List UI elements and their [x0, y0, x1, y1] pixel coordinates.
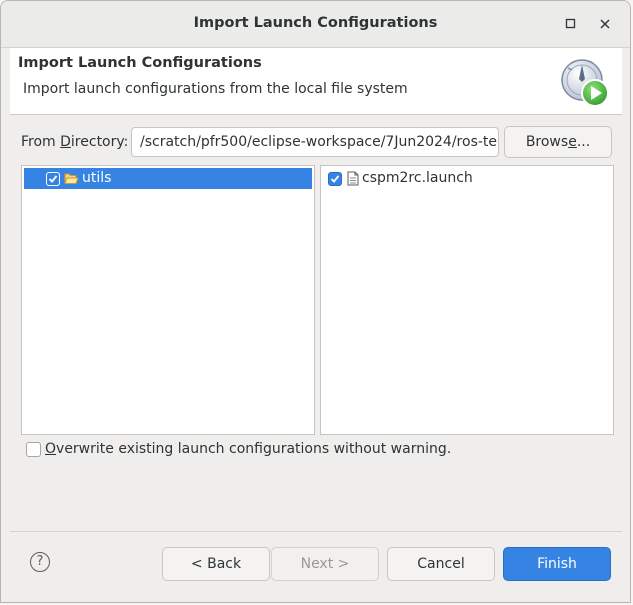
from-directory-label-pre: From: [21, 134, 61, 150]
banner-description: Import launch configurations from the lo…: [23, 81, 408, 97]
help-button[interactable]: ?: [30, 552, 50, 572]
overwrite-mnemonic: O: [45, 441, 57, 457]
list-item-label: cspm2rc.launch: [362, 170, 473, 186]
back-button[interactable]: < Back: [162, 547, 270, 581]
titlebar: Import Launch Configurations: [1, 1, 630, 48]
tree-item-label: utils: [82, 170, 112, 186]
folder-tree-panel[interactable]: utils: [21, 165, 315, 435]
from-directory-label: From Directory:: [21, 134, 128, 150]
footer-separator: [10, 531, 622, 532]
banner-title: Import Launch Configurations: [18, 55, 262, 71]
close-button[interactable]: [597, 16, 613, 32]
list-row-cspm2rc[interactable]: cspm2rc.launch: [323, 168, 611, 189]
from-directory-mnemonic: D: [60, 134, 71, 150]
file-list-panel[interactable]: cspm2rc.launch: [320, 165, 614, 435]
launch-wizard-icon: [561, 59, 609, 107]
cspm2rc-checkbox[interactable]: [328, 172, 342, 186]
browse-label-post: ...: [576, 134, 591, 150]
finish-button[interactable]: Finish: [503, 547, 611, 581]
browse-label-pre: Brows: [525, 134, 569, 150]
window-title: Import Launch Configurations: [193, 15, 438, 31]
tree-row-utils[interactable]: utils: [24, 168, 312, 189]
maximize-button[interactable]: [563, 16, 579, 32]
from-directory-label-post: irectory:: [70, 134, 129, 150]
wizard-banner: Import Launch Configurations Import laun…: [10, 48, 622, 115]
file-icon: [347, 171, 359, 186]
overwrite-label-rest: verwrite existing launch configurations …: [56, 441, 452, 457]
maximize-icon: [565, 18, 576, 29]
utils-checkbox[interactable]: [46, 172, 60, 186]
checkmark-icon: [330, 175, 340, 183]
folder-open-icon: [64, 173, 79, 184]
checkmark-icon: [48, 175, 58, 183]
import-launch-configurations-dialog: Import Launch Configurations Import Laun…: [0, 0, 631, 603]
overwrite-label[interactable]: Overwrite existing launch configurations…: [45, 441, 451, 457]
next-button[interactable]: Next >: [271, 547, 379, 581]
cancel-button[interactable]: Cancel: [387, 547, 495, 581]
directory-input[interactable]: /scratch/pfr500/eclipse-workspace/7Jun20…: [131, 127, 499, 157]
help-icon: ?: [36, 554, 44, 569]
browse-mnemonic: e: [568, 134, 577, 150]
close-icon: [600, 19, 610, 29]
browse-button[interactable]: Browse...: [504, 126, 612, 158]
overwrite-checkbox[interactable]: [26, 442, 41, 457]
